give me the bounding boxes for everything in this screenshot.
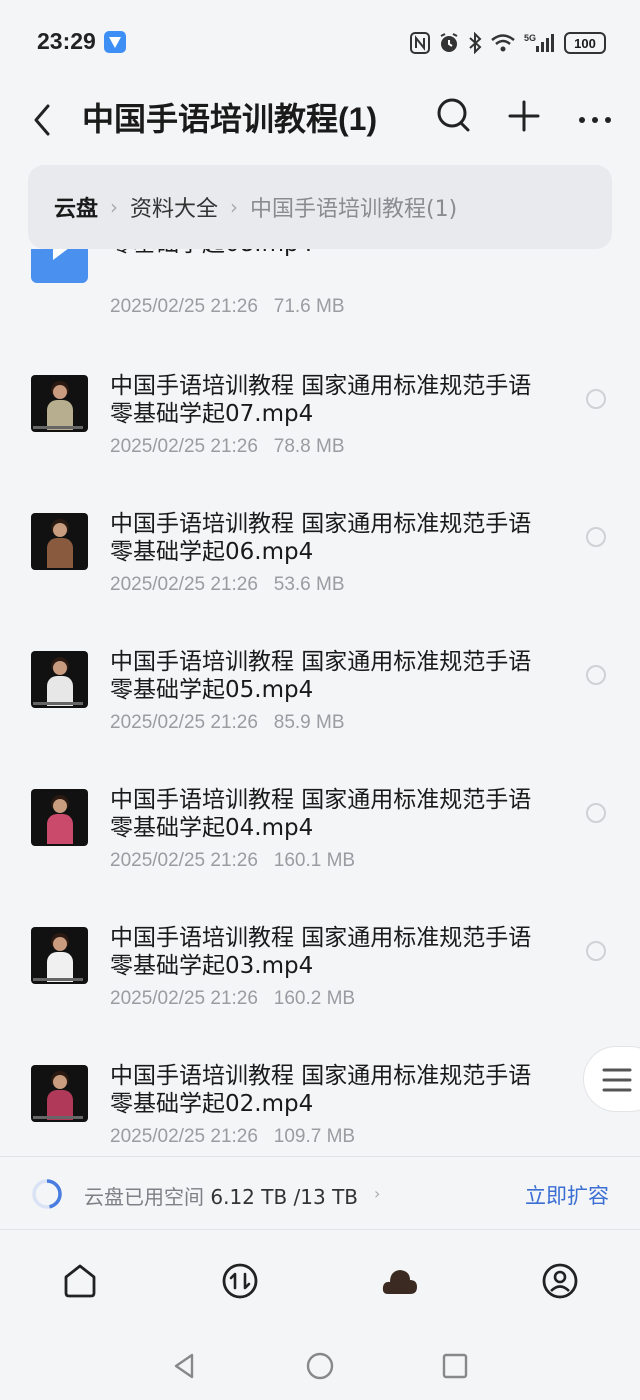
select-checkbox[interactable] — [586, 803, 606, 823]
svg-text:5G: 5G — [524, 33, 536, 43]
home-icon[interactable] — [60, 1261, 100, 1301]
nav-recents-icon[interactable] — [440, 1351, 470, 1381]
file-date: 2025/02/25 21:26 — [110, 850, 258, 871]
video-thumbnail — [31, 1065, 88, 1122]
status-bar: 23:29 5G 100 — [0, 0, 640, 86]
status-icons: 5G 100 — [410, 30, 606, 56]
expand-storage-link[interactable]: 立即扩容 — [525, 1180, 609, 1210]
list-item[interactable]: 中国手语培训教程 国家通用标准规范手语 零基础学起05.mp4 2025/02/… — [0, 630, 640, 768]
file-date: 2025/02/25 21:26 — [110, 574, 258, 595]
storage-value: 6.12 TB /13 TB — [210, 1185, 359, 1209]
file-size: 78.8 MB — [273, 436, 345, 457]
chevron-right-icon: › — [110, 195, 119, 219]
breadcrumb-item-cloud[interactable]: 云盘 — [54, 191, 98, 223]
nav-home-icon[interactable] — [305, 1351, 335, 1381]
file-size: 109.7 MB — [273, 1126, 356, 1147]
menu-lines-icon — [602, 1068, 632, 1092]
file-date: 2025/02/25 21:26 — [110, 712, 258, 733]
select-checkbox[interactable] — [586, 389, 606, 409]
video-thumbnail — [31, 513, 88, 570]
storage-bar: 云盘已用空间 6.12 TB /13 TB › 立即扩容 — [0, 1156, 640, 1230]
chevron-right-icon[interactable]: › — [374, 1184, 380, 1203]
file-name-line1: 中国手语培训教程 国家通用标准规范手语 — [110, 787, 532, 813]
file-name-line2: 零基础学起08.mp4 — [110, 249, 570, 258]
file-size: 71.6 MB — [273, 296, 345, 317]
status-time: 23:29 — [37, 28, 96, 54]
file-name-line1: 中国手语培训教程 国家通用标准规范手语 — [110, 373, 532, 399]
profile-icon[interactable] — [540, 1261, 580, 1301]
breadcrumb: 云盘 › 资料大全 › 中国手语培训教程(1) — [28, 165, 612, 249]
select-checkbox[interactable] — [586, 527, 606, 547]
file-date: 2025/02/25 21:26 — [110, 1126, 258, 1147]
select-checkbox[interactable] — [586, 665, 606, 685]
file-name-line2: 零基础学起05.mp4 — [110, 677, 314, 703]
transfer-icon[interactable] — [220, 1261, 260, 1301]
file-size: 85.9 MB — [273, 712, 345, 733]
battery-indicator: 100 — [564, 32, 606, 54]
file-name-line1: 中国手语培训教程 国家通用标准规范手语 — [110, 925, 532, 951]
video-thumbnail — [31, 651, 88, 708]
select-checkbox[interactable] — [586, 941, 606, 961]
header: 中国手语培训教程(1) — [0, 86, 640, 152]
list-item[interactable]: 中国手语培训教程 国家通用标准规范手语 零基础学起02.mp4 2025/02/… — [0, 1044, 640, 1155]
system-nav-bar — [0, 1331, 640, 1400]
file-list: 零基础学起08.mp4 2025/02/25 21:26 71.6 MB 中国手… — [0, 249, 640, 1155]
list-item[interactable]: 中国手语培训教程 国家通用标准规范手语 零基础学起03.mp4 2025/02/… — [0, 906, 640, 1044]
file-name-line2: 零基础学起03.mp4 — [110, 953, 314, 979]
breadcrumb-item-current: 中国手语培训教程(1) — [250, 197, 458, 222]
list-item[interactable]: 中国手语培训教程 国家通用标准规范手语 零基础学起04.mp4 2025/02/… — [0, 768, 640, 906]
search-icon[interactable] — [436, 94, 472, 134]
nfc-icon — [410, 32, 430, 54]
floating-menu-button[interactable] — [583, 1046, 640, 1112]
alarm-icon — [440, 33, 458, 52]
file-size: 53.6 MB — [273, 574, 345, 595]
video-thumbnail — [31, 927, 88, 984]
breadcrumb-item-resources[interactable]: 资料大全 — [130, 191, 218, 223]
tab-bar — [0, 1231, 640, 1331]
file-name-line1: 中国手语培训教程 国家通用标准规范手语 — [110, 1063, 532, 1089]
video-thumbnail — [31, 375, 88, 432]
file-name-line1: 中国手语培训教程 国家通用标准规范手语 — [110, 511, 532, 537]
file-size: 160.1 MB — [273, 850, 356, 871]
file-size: 160.2 MB — [273, 988, 356, 1009]
list-item[interactable]: 中国手语培训教程 国家通用标准规范手语 零基础学起07.mp4 2025/02/… — [0, 354, 640, 492]
list-item[interactable]: 零基础学起08.mp4 2025/02/25 21:26 71.6 MB — [0, 249, 640, 354]
app-notification-icon — [104, 31, 126, 53]
file-name-line2: 零基础学起07.mp4 — [110, 401, 314, 427]
file-date: 2025/02/25 21:26 — [110, 988, 258, 1009]
chevron-right-icon: › — [230, 195, 239, 219]
more-dots-icon[interactable] — [576, 94, 614, 134]
file-name-line1: 中国手语培训教程 国家通用标准规范手语 — [110, 649, 532, 675]
bluetooth-icon — [469, 32, 482, 54]
list-item[interactable]: 中国手语培训教程 国家通用标准规范手语 零基础学起06.mp4 2025/02/… — [0, 492, 640, 630]
file-date: 2025/02/25 21:26 — [110, 436, 258, 457]
video-thumbnail — [31, 249, 88, 283]
page-title: 中国手语培训教程(1) — [82, 101, 378, 137]
cellular-signal-icon: 5G — [524, 33, 554, 52]
file-name-line2: 零基础学起02.mp4 — [110, 1091, 314, 1117]
nav-back-icon[interactable] — [170, 1351, 200, 1381]
storage-usage-ring-icon — [32, 1179, 62, 1209]
cloud-icon[interactable] — [380, 1261, 420, 1301]
wifi-icon — [491, 34, 515, 52]
plus-icon[interactable] — [506, 94, 542, 134]
video-thumbnail — [31, 789, 88, 846]
file-name-line2: 零基础学起04.mp4 — [110, 815, 314, 841]
storage-label: 云盘已用空间 — [84, 1185, 204, 1209]
file-name-line2: 零基础学起06.mp4 — [110, 539, 314, 565]
file-date: 2025/02/25 21:26 — [110, 296, 258, 317]
back-arrow-icon[interactable] — [28, 96, 58, 136]
